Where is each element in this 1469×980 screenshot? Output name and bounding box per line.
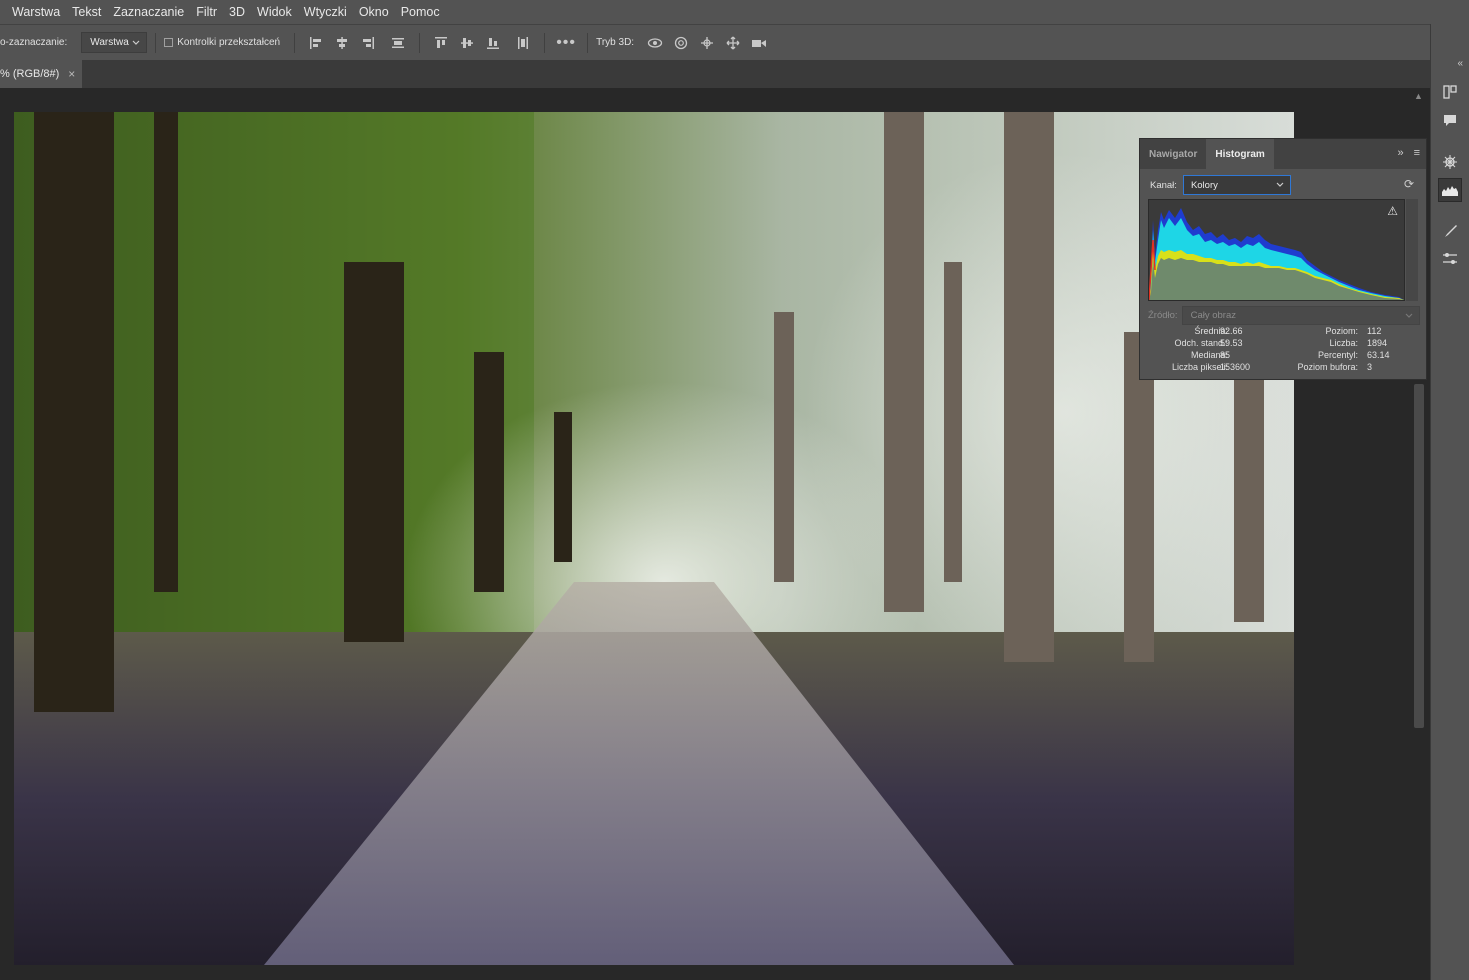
- document-tab-bar: % (RGB/8#) ×: [0, 60, 1430, 88]
- chevron-down-icon: [1405, 313, 1413, 318]
- autoselect-label: o-zaznaczanie:: [0, 37, 68, 48]
- document-tab[interactable]: % (RGB/8#) ×: [0, 60, 82, 88]
- stats-row: Liczba pikseli: 153600 Poziom bufora: 3: [1140, 362, 1428, 374]
- menu-widok[interactable]: Widok: [251, 5, 298, 19]
- stat-label: Percentyl:: [1317, 350, 1358, 360]
- libraries-icon[interactable]: [1438, 80, 1462, 104]
- collapse-panels-icon[interactable]: «: [1457, 58, 1463, 69]
- source-dropdown[interactable]: Cały obraz: [1181, 306, 1420, 325]
- histogram-graph: ⚠: [1148, 199, 1405, 301]
- channel-row: Kanał: Kolory: [1150, 175, 1291, 195]
- brush-icon[interactable]: [1438, 219, 1462, 243]
- stat-value: 3: [1367, 362, 1373, 372]
- stat-label: Poziom:: [1325, 326, 1358, 336]
- stat-value: 1894: [1367, 338, 1388, 348]
- source-label: Źródło:: [1148, 310, 1178, 321]
- autoselect-dropdown[interactable]: Warstwa: [81, 32, 148, 53]
- orbit-3d-icon[interactable]: [642, 30, 668, 56]
- channel-label: Kanał:: [1150, 179, 1177, 191]
- stats-row: Mediana: 85 Percentyl: 63.14: [1140, 350, 1428, 362]
- stat-value: 85: [1220, 350, 1231, 360]
- options-bar: o-zaznaczanie: Warstwa Kontrolki przeksz…: [0, 24, 1430, 60]
- menu-tekst[interactable]: Tekst: [66, 5, 107, 19]
- expand-panel-icon[interactable]: »: [1397, 147, 1403, 159]
- histogram-scrollbar[interactable]: [1406, 199, 1418, 301]
- source-row: Źródło: Cały obraz: [1148, 306, 1420, 325]
- panel-tabs: Nawigator Histogram » ≡: [1140, 139, 1426, 169]
- pan-3d-icon[interactable]: [694, 30, 720, 56]
- align-middle-v-icon[interactable]: [454, 30, 480, 56]
- stats-row: Odch. stand.: 59.53 Liczba: 1894: [1140, 338, 1428, 350]
- autoselect-value: Warstwa: [90, 37, 129, 48]
- chevron-down-icon: [132, 40, 140, 45]
- transform-controls-checkbox[interactable]: [164, 38, 174, 47]
- menu-pomoc[interactable]: Pomoc: [395, 5, 446, 19]
- scrollbar-thumb[interactable]: [1414, 384, 1424, 728]
- slide-3d-icon[interactable]: [720, 30, 746, 56]
- stat-value: 112: [1367, 326, 1382, 336]
- histogram-panel: Nawigator Histogram » ≡ Kanał: Kolory ⟳ …: [1139, 138, 1427, 380]
- align-top-icon[interactable]: [428, 30, 454, 56]
- menu-wtyczki[interactable]: Wtyczki: [298, 5, 353, 19]
- stat-label: Liczba:: [1329, 338, 1358, 348]
- align-left-icon[interactable]: [303, 30, 329, 56]
- menu-okno[interactable]: Okno: [353, 5, 395, 19]
- align-right-icon[interactable]: [355, 30, 381, 56]
- forest-photo-graphic: [14, 112, 1294, 965]
- mode-3d-label: Tryb 3D:: [596, 37, 635, 48]
- warning-icon[interactable]: ⚠: [1387, 204, 1398, 218]
- transform-controls-label: Kontrolki przekształceń: [177, 37, 281, 48]
- histogram-graphic: [1148, 208, 1404, 301]
- stat-label: Poziom bufora:: [1297, 362, 1358, 372]
- stat-value: 92.66: [1220, 326, 1243, 336]
- divider: [294, 32, 296, 53]
- roll-3d-icon[interactable]: [668, 30, 694, 56]
- divider: [544, 32, 546, 53]
- document-tab-title: % (RGB/8#): [0, 68, 60, 80]
- menu-3d[interactable]: 3D: [223, 5, 251, 19]
- divider: [155, 32, 157, 53]
- divider: [587, 32, 589, 53]
- panel-menu-icon[interactable]: ≡: [1414, 147, 1420, 159]
- align-center-h-icon[interactable]: [329, 30, 355, 56]
- stat-value: 63.14: [1367, 350, 1390, 360]
- align-bottom-icon[interactable]: [480, 30, 506, 56]
- stats-row: Średnia: 92.66 Poziom: 112: [1140, 326, 1428, 338]
- channel-value: Kolory: [1190, 179, 1218, 191]
- panel-controls: » ≡: [1397, 147, 1420, 159]
- scroll-up-icon[interactable]: ▲: [1414, 91, 1423, 101]
- distribute-v-icon[interactable]: [510, 30, 536, 56]
- more-options-icon[interactable]: •••: [553, 30, 579, 56]
- menu-bar: Warstwa Tekst Zaznaczanie Filtr 3D Widok…: [0, 0, 1469, 24]
- refresh-icon[interactable]: ⟳: [1404, 177, 1414, 191]
- histogram-icon[interactable]: [1438, 178, 1462, 202]
- navigator-icon[interactable]: [1438, 150, 1462, 174]
- divider: [419, 32, 421, 53]
- source-value: Cały obraz: [1190, 310, 1236, 321]
- menu-zaznaczanie[interactable]: Zaznaczanie: [107, 5, 190, 19]
- camera-3d-icon[interactable]: [746, 30, 772, 56]
- stat-value: 59.53: [1220, 338, 1243, 348]
- forest-path-image[interactable]: [14, 112, 1294, 965]
- tab-navigator[interactable]: Nawigator: [1140, 139, 1206, 169]
- chevron-down-icon: [1276, 182, 1284, 187]
- adjustments-icon[interactable]: [1438, 247, 1462, 271]
- stat-value: 153600: [1220, 362, 1251, 372]
- close-icon[interactable]: ×: [68, 67, 75, 81]
- comment-icon[interactable]: [1438, 108, 1462, 132]
- channel-dropdown[interactable]: Kolory: [1182, 175, 1291, 195]
- menu-warstwa[interactable]: Warstwa: [6, 5, 66, 19]
- right-panel-strip: «: [1430, 24, 1469, 980]
- menu-filtr[interactable]: Filtr: [190, 5, 223, 19]
- tab-histogram[interactable]: Histogram: [1206, 139, 1274, 169]
- distribute-icon[interactable]: [385, 30, 411, 56]
- histogram-stats: Średnia: 92.66 Poziom: 112 Odch. stand.:…: [1140, 326, 1428, 374]
